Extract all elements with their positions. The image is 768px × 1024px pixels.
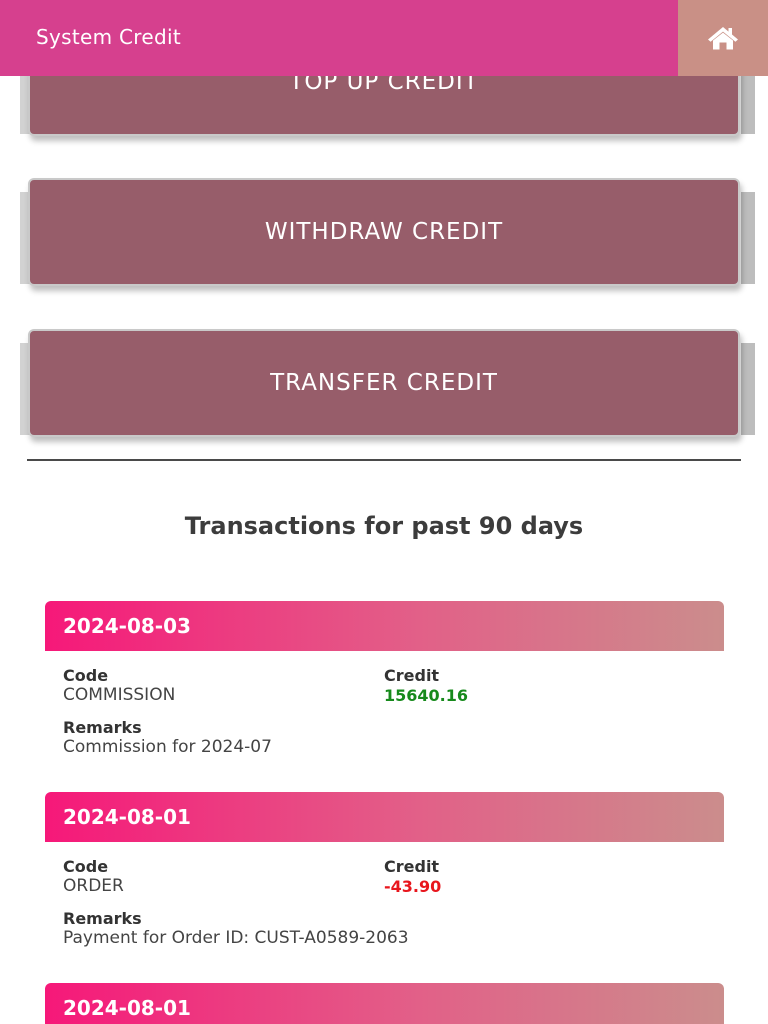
credit-value: -43.90 [384,877,442,896]
code-label: Code [63,666,109,685]
home-button[interactable] [678,0,768,76]
section-divider [27,459,741,461]
button-shadow [741,192,755,284]
withdraw-credit-wrapper: WITHDRAW CREDIT [20,178,755,296]
page-title: System Credit [36,25,181,49]
credit-label: Credit [384,666,440,685]
app-header: System Credit [0,0,768,76]
home-icon [708,27,738,50]
transactions-heading: Transactions for past 90 days [184,512,584,540]
remarks-label: Remarks [63,718,142,737]
transaction-date: 2024-08-01 [45,983,724,1024]
remarks-label: Remarks [63,909,142,928]
credit-label: Credit [384,857,440,876]
code-label: Code [63,857,109,876]
remarks-value: Commission for 2024-07 [63,737,272,757]
transaction-date: 2024-08-03 [45,601,724,651]
transfer-credit-label: TRANSFER CREDIT [270,370,498,396]
transaction-card: 2024-08-03 Code COMMISSION Credit 15640.… [45,601,724,771]
button-shadow [741,343,755,435]
transfer-credit-wrapper: TRANSFER CREDIT [20,329,755,447]
transfer-credit-button[interactable]: TRANSFER CREDIT [28,329,740,437]
credit-value: 15640.16 [384,686,469,705]
transaction-details: Code ORDER Credit -43.90 Remarks Payment… [45,842,724,962]
transaction-date: 2024-08-01 [45,792,724,842]
code-value: COMMISSION [63,685,176,705]
page: TOP UP CREDIT WITHDRAW CREDIT TRANSFER C… [0,0,768,1024]
withdraw-credit-button[interactable]: WITHDRAW CREDIT [28,178,740,286]
remarks-value: Payment for Order ID: CUST-A0589-2063 [63,928,409,948]
transaction-details: Code COMMISSION Credit 15640.16 Remarks … [45,651,724,771]
transaction-card: 2024-08-01 Code ORDER Credit -43.90 Rema… [45,792,724,962]
code-value: ORDER [63,876,124,896]
transaction-card: 2024-08-01 [45,983,724,1024]
withdraw-credit-label: WITHDRAW CREDIT [264,219,504,245]
